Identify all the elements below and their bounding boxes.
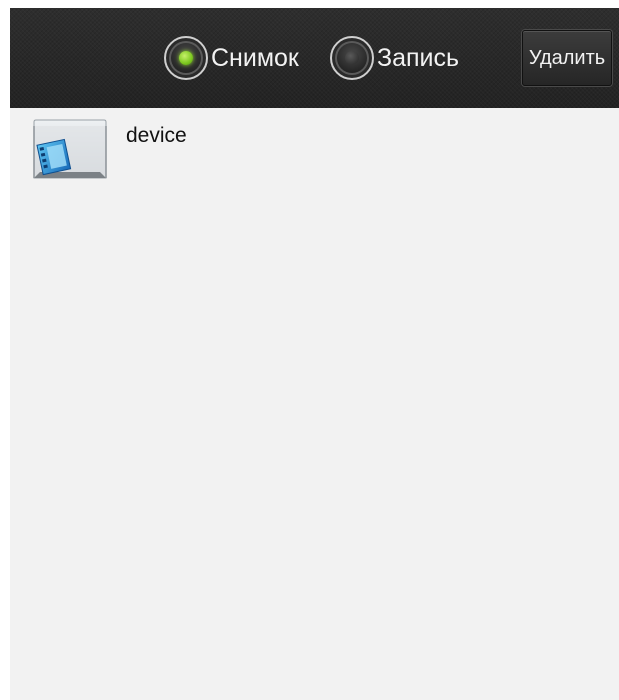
- radio-checked-icon: [164, 36, 208, 80]
- video-folder-icon: [33, 119, 107, 179]
- radio-unchecked-icon: [330, 36, 374, 80]
- file-list: device: [10, 108, 619, 188]
- snapshot-radio-label: Снимок: [211, 43, 299, 72]
- top-toolbar: Снимок Запись Удалить: [10, 8, 619, 108]
- record-radio-label: Запись: [377, 43, 460, 72]
- snapshot-radio[interactable]: Снимок: [164, 34, 299, 82]
- item-label: device: [126, 124, 187, 147]
- delete-button[interactable]: Удалить: [522, 30, 612, 86]
- record-radio[interactable]: Запись: [330, 34, 459, 82]
- app-screen: Снимок Запись Удалить device: [10, 8, 619, 700]
- list-item-device[interactable]: device: [10, 108, 619, 188]
